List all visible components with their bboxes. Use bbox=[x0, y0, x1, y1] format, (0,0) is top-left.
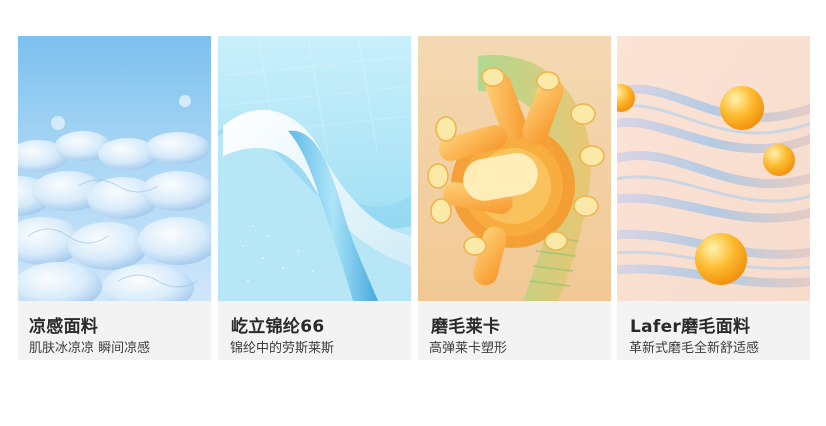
lafer-ribbon-sphere-image bbox=[617, 36, 810, 301]
feature-card-lycra: 磨毛莱卡 高弹莱卡塑形 bbox=[418, 36, 611, 360]
card-title: Lafer磨毛面料 bbox=[630, 317, 751, 337]
feature-card-cool-fabric: 凉感面料 肌肤冰凉凉 瞬间凉感 bbox=[18, 36, 211, 360]
card-subtitle: 高弹莱卡塑形 bbox=[429, 341, 508, 356]
card-subtitle: 锦纶中的劳斯莱斯 bbox=[230, 341, 335, 356]
card-caption: 屹立锦纶66 锦纶中的劳斯莱斯 bbox=[218, 301, 411, 360]
nylon-wave-fabric-image bbox=[218, 36, 411, 301]
card-subtitle: 肌肤冰凉凉 瞬间凉感 bbox=[29, 341, 151, 356]
feature-card-nylon66: 屹立锦纶66 锦纶中的劳斯莱斯 bbox=[218, 36, 411, 360]
card-title: 屹立锦纶66 bbox=[231, 317, 325, 337]
card-title: 磨毛莱卡 bbox=[431, 317, 501, 337]
card-subtitle: 革新式磨毛全新舒适感 bbox=[629, 341, 760, 356]
card-caption: Lafer磨毛面料 革新式磨毛全新舒适感 bbox=[617, 301, 810, 360]
feature-card-lafer: Lafer磨毛面料 革新式磨毛全新舒适感 bbox=[617, 36, 810, 360]
lycra-fiber-coil-image bbox=[418, 36, 611, 301]
card-title: 凉感面料 bbox=[29, 317, 99, 337]
card-caption: 磨毛莱卡 高弹莱卡塑形 bbox=[418, 301, 611, 360]
feature-card-grid: 凉感面料 肌肤冰凉凉 瞬间凉感 屹立锦纶66 锦纶中的劳斯莱斯 磨毛莱卡 高弹莱… bbox=[18, 36, 810, 360]
cool-knit-fabric-image bbox=[18, 36, 211, 301]
card-caption: 凉感面料 肌肤冰凉凉 瞬间凉感 bbox=[18, 301, 211, 360]
